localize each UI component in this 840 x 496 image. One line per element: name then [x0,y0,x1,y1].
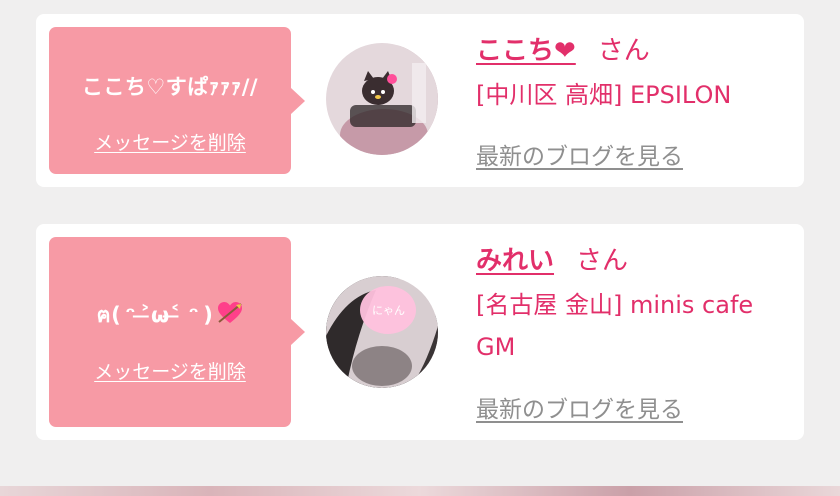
cast-name-row: みれい さん [476,240,628,277]
cast-name-row: ここち❤ さん [476,30,650,67]
message-bubble: ここち♡すぱｧｧｧ// メッセージを削除 [49,27,305,174]
delete-message-link[interactable]: メッセージを削除 [49,128,291,155]
message-bubble: ฅ( ᵔ ˃̶ω˂̶ ᵔ ) メッセージを削除 [49,237,305,427]
cast-name-link[interactable]: みれい [476,246,554,276]
svg-text:にゃん: にゃん [372,304,405,317]
latest-blog-link[interactable]: 最新のブログを見る [476,390,683,424]
latest-blog-link[interactable]: 最新のブログを見る [476,137,683,171]
message-text: ฅ( ᵔ ˃̶ω˂̶ ᵔ ) [49,299,291,332]
message-card: ここち♡すぱｧｧｧ// メッセージを削除 ここち❤ さん [中川区 高畑] EPS… [36,14,804,187]
heart-with-arrow-icon [217,301,243,330]
honorific: さん [597,36,650,66]
shop-info: [中川区 高畑] EPSILON [476,81,732,109]
cast-name-link[interactable]: ここち❤ [476,36,576,66]
cast-avatar-icon: にゃん [326,276,438,388]
delete-message-link[interactable]: メッセージを削除 [49,357,291,384]
cast-avatar-icon [326,43,438,155]
cast-avatar[interactable]: にゃん [326,276,438,388]
shop-info: [名古屋 金山] minis cafe GM [476,291,754,361]
message-feed: ここち♡すぱｧｧｧ// メッセージを削除 ここち❤ さん [中川区 高畑] EPS… [0,0,840,496]
honorific: さん [576,246,629,276]
cast-avatar[interactable] [326,43,438,155]
message-kaomoji: ฅ( ᵔ ˃̶ω˂̶ ᵔ ) [96,303,214,327]
message-text: ここち♡すぱｧｧｧ// [81,75,259,99]
next-card-edge [0,486,840,496]
message-card: ฅ( ᵔ ˃̶ω˂̶ ᵔ ) メッセージを削除 にゃん みれい さん [名古屋 金… [36,224,804,440]
